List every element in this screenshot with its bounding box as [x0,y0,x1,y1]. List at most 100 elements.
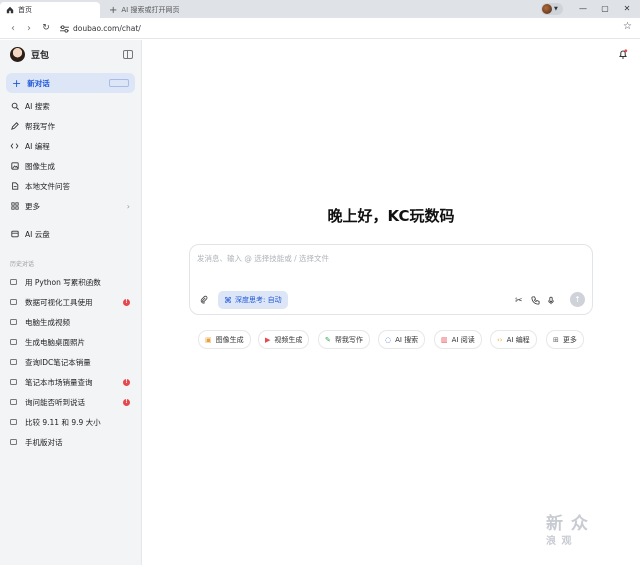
chip-label: 视频生成 [274,335,303,344]
pen-icon: ✎ [325,335,331,344]
chat-bubble-icon [10,419,17,425]
history-item[interactable]: 比较 9.11 和 9.9 大小 [10,414,136,430]
notification-badge: ! [123,398,130,406]
attachment-icon[interactable] [200,295,208,307]
profile-button[interactable]: ▼ [541,3,563,15]
chip-writing[interactable]: ✎ 帮我写作 [318,330,370,349]
phone-icon[interactable] [531,296,540,308]
browser-tab-bar: 首页 + AI 搜索或打开网页 ▼ — ▢ ✕ [0,0,640,18]
watermark-line1: 新 众 [546,514,589,534]
greeting-title: 晚上好，KC玩数码 [327,207,455,225]
minimize-button[interactable]: — [576,2,590,14]
bookmark-star-icon[interactable]: ☆ [623,21,632,32]
brand[interactable]: 豆包 [10,47,49,62]
avatar [542,4,552,14]
sidebar-item-more[interactable]: 更多 › [10,198,136,214]
chip-ai-coding[interactable]: ‹› AI 编程 [490,330,537,349]
microphone-icon[interactable] [547,296,555,308]
scissors-icon[interactable]: ✂ [515,296,523,306]
back-button[interactable]: ‹ [6,21,20,35]
tab-home[interactable]: 首页 [0,2,100,18]
video-icon: ▶ [265,335,271,344]
sidebar-item-label: 更多 [25,201,40,211]
cloud-drive-icon [10,230,19,239]
notification-badge: ! [123,298,130,306]
tab-new-label: AI 搜索或打开网页 [121,6,180,14]
history-item[interactable]: 询问能否听到说话 ! [10,394,136,410]
sidebar-item-label: 本地文件问答 [25,181,70,191]
shortcut-hint [109,79,129,87]
forward-button[interactable]: › [22,21,36,35]
history-item[interactable]: 生成电脑桌面照片 [10,334,136,350]
plus-icon: + [109,4,118,16]
history-item[interactable]: 笔记本市场销量查询 ! [10,374,136,390]
file-icon [10,182,19,191]
history-item-label: 手机版对话 [25,437,63,447]
maximize-button[interactable]: ▢ [598,2,612,14]
chat-bubble-icon [10,439,17,445]
chat-bubble-icon [10,339,17,345]
image-icon: ▣ [205,335,212,344]
url-field[interactable]: doubao.com/chat/ [60,21,620,36]
chip-ai-reading[interactable]: ▥ AI 阅读 [434,330,482,349]
history-item-label: 询问能否听到说话 [25,397,85,407]
plus-icon: + [12,76,22,90]
history-item-label: 笔记本市场销量查询 [25,377,93,387]
chip-label: AI 搜索 [395,335,419,344]
sidebar-item-cloud[interactable]: AI 云盘 [10,226,136,242]
chevron-down-icon: ▼ [554,6,558,12]
grid-icon: ⊞ [553,335,559,344]
sidebar-item-local-files[interactable]: 本地文件问答 [10,178,136,194]
history-section-label: 历史对话 [10,261,35,268]
reload-button[interactable]: ↻ [39,21,53,35]
chat-input-placeholder[interactable]: 发消息、输入 @ 选择技能或 / 选择文件 [197,253,329,264]
chat-bubble-icon [10,399,17,405]
notification-badge: ! [123,378,130,386]
chat-bubble-icon [10,319,17,325]
history-item[interactable]: 查询IDC笔记本销量 [10,354,136,370]
history-item-label: 电脑生成视频 [25,317,70,327]
site-settings-icon [60,24,69,33]
send-button[interactable]: ↑ [570,292,585,307]
chat-input-box[interactable]: 发消息、输入 @ 选择技能或 / 选择文件 ⌘ 深度思考: 自动 ✂ ↑ [189,244,593,315]
chat-bubble-icon [10,299,17,305]
chip-image-gen[interactable]: ▣ 图像生成 [198,330,251,349]
tab-new[interactable]: + AI 搜索或打开网页 [103,2,185,18]
image-icon [10,162,19,171]
sidebar-item-writing[interactable]: 帮我写作 [10,118,136,134]
sidebar-item-ai-search[interactable]: AI 搜索 [10,98,136,114]
history-item-label: 查询IDC笔记本销量 [25,357,91,367]
sidebar-item-label: AI 搜索 [25,101,50,111]
url-text: doubao.com/chat/ [73,24,141,33]
code-icon [10,142,19,151]
new-chat-label: 新对话 [27,78,50,88]
new-chat-button[interactable]: + 新对话 [6,73,135,93]
code-icon: ‹› [497,335,503,344]
history-item[interactable]: 用 Python 写累积函数 [10,274,136,290]
chip-label: 图像生成 [215,335,244,344]
deep-think-toggle[interactable]: ⌘ 深度思考: 自动 [218,291,288,309]
chevron-right-icon: › [126,201,130,211]
grid-icon [10,202,19,211]
sidebar-item-image-gen[interactable]: 图像生成 [10,158,136,174]
history-item[interactable]: 电脑生成视频 [10,314,136,330]
tab-label: 首页 [18,6,32,14]
sidebar-toggle-icon[interactable] [123,50,133,59]
chip-label: 帮我写作 [334,335,363,344]
deep-think-icon: ⌘ [224,295,232,305]
chip-ai-search[interactable]: ◌ AI 搜索 [378,330,426,349]
chip-more[interactable]: ⊞ 更多 [546,330,584,349]
close-button[interactable]: ✕ [620,2,634,14]
chat-bubble-icon [10,379,17,385]
deep-think-label: 深度思考: 自动 [235,296,282,304]
watermark: 新 众 浪 观 [546,515,628,555]
chip-video-gen[interactable]: ▶ 视频生成 [258,330,310,349]
sidebar-item-coding[interactable]: AI 编程 [10,138,136,154]
main-panel: 晚上好，KC玩数码 发消息、输入 @ 选择技能或 / 选择文件 ⌘ 深度思考: … [142,40,640,565]
address-bar: ‹ › ↻ doubao.com/chat/ ☆ [0,18,640,39]
history-item[interactable]: 手机版对话 [10,434,136,450]
history-item[interactable]: 数据可视化工具使用 ! [10,294,136,310]
notification-bell-icon[interactable] [618,49,628,59]
history-item-label: 用 Python 写累积函数 [25,277,101,287]
chat-bubble-icon [10,279,17,285]
